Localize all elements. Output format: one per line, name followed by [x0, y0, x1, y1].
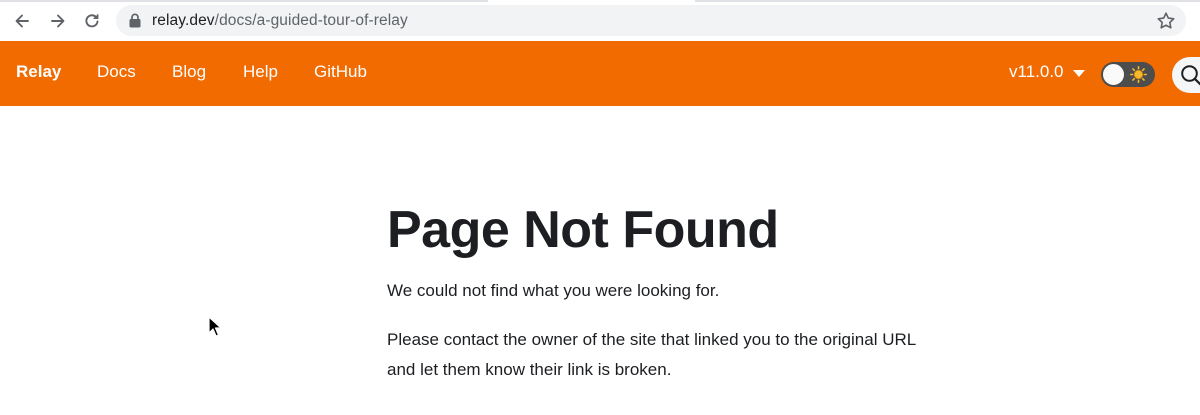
version-label: v11.0.0 [1009, 62, 1064, 81]
site-navbar: Relay Docs Blog Help GitHub v11.0.0 [0, 41, 1200, 106]
not-found-message: We could not find what you were looking … [387, 281, 720, 300]
caret-down-icon [1072, 69, 1085, 77]
lock-icon[interactable] [128, 13, 142, 28]
sun-icon [1130, 66, 1147, 83]
page-title: Page Not Found [387, 201, 779, 259]
search-icon [1181, 65, 1200, 86]
toggle-knob [1102, 63, 1125, 86]
nav-link-help[interactable]: Help [243, 62, 278, 82]
tab-strip-edge [0, 0, 1200, 2]
version-dropdown[interactable]: v11.0.0 [1009, 62, 1085, 82]
reload-button[interactable] [79, 8, 105, 34]
brand-link[interactable]: Relay [16, 62, 61, 82]
nav-link-docs[interactable]: Docs [97, 62, 136, 82]
back-button[interactable] [9, 8, 35, 34]
search-button[interactable] [1172, 57, 1200, 93]
url-domain: relay.dev [152, 12, 215, 29]
url-text[interactable]: relay.dev/docs/a-guided-tour-of-relay [152, 12, 408, 30]
forward-button[interactable] [45, 8, 71, 34]
theme-toggle[interactable] [1101, 62, 1155, 87]
browser-toolbar: relay.dev/docs/a-guided-tour-of-relay [0, 0, 1200, 41]
nav-link-blog[interactable]: Blog [172, 62, 206, 82]
contact-owner-message: Please contact the owner of the site tha… [387, 330, 916, 379]
mouse-pointer-icon [208, 316, 222, 337]
forward-arrow-icon [51, 14, 65, 28]
reload-icon [85, 14, 99, 28]
nav-link-github[interactable]: GitHub [314, 62, 367, 82]
address-bar[interactable]: relay.dev/docs/a-guided-tour-of-relay [116, 5, 1186, 36]
back-arrow-icon [15, 14, 29, 28]
url-path: /docs/a-guided-tour-of-relay [214, 12, 408, 29]
star-icon[interactable] [1156, 11, 1176, 31]
